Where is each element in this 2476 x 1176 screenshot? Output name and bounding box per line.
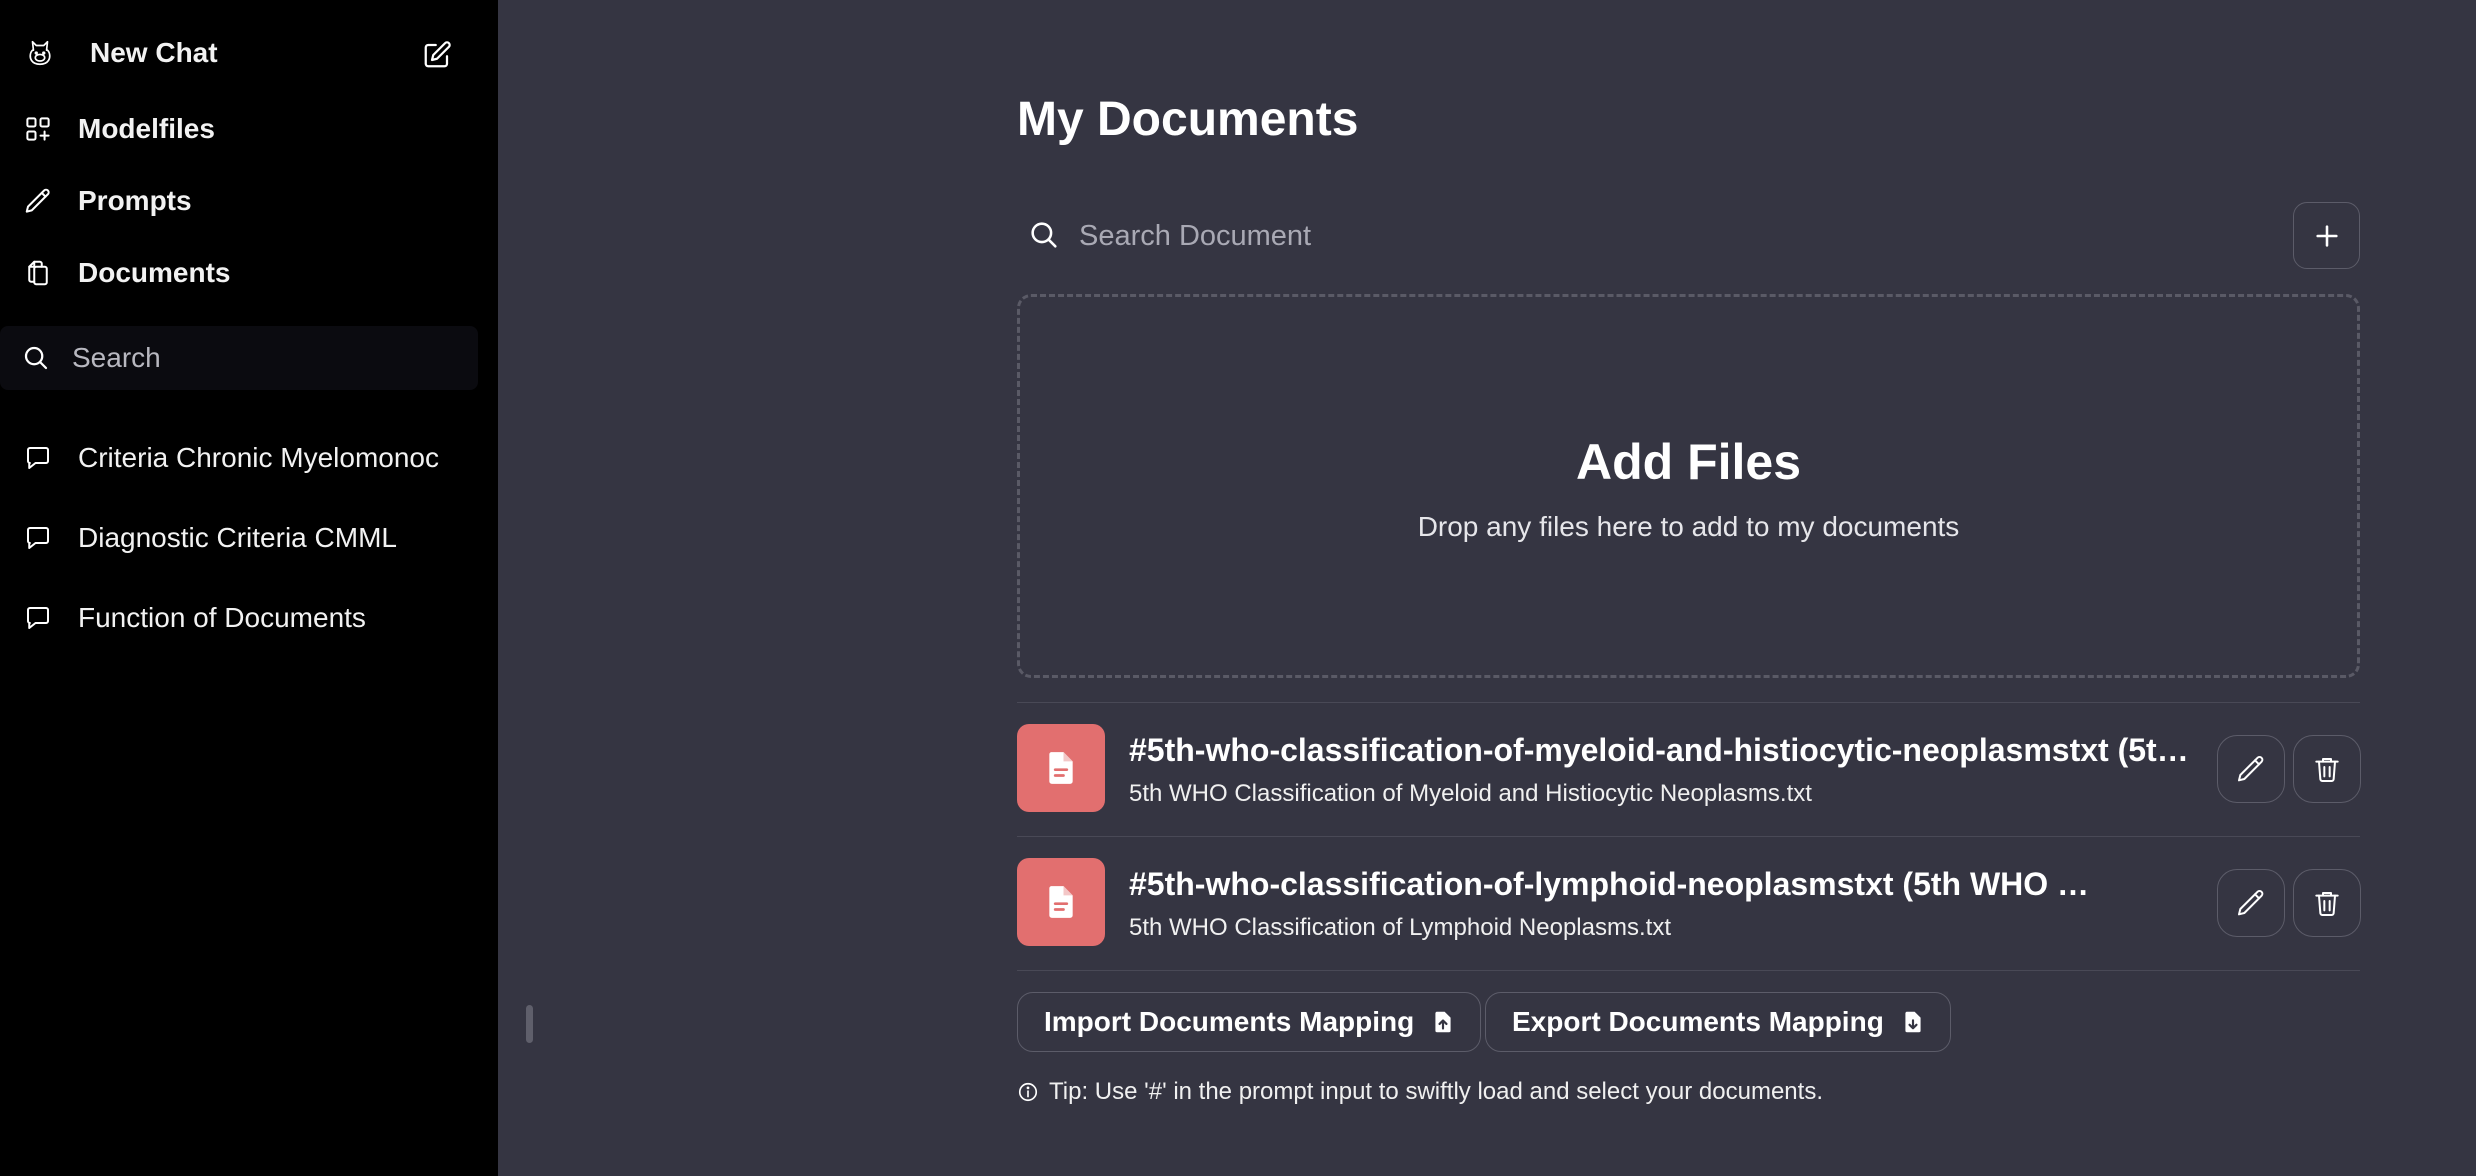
- file-document-icon: [1017, 858, 1105, 946]
- chat-bubble-icon: [22, 522, 54, 554]
- sidebar-item-label: Documents: [78, 257, 231, 288]
- chat-item[interactable]: Function of Documents: [0, 588, 498, 648]
- file-document-icon: [1017, 724, 1105, 812]
- document-search-input[interactable]: [1079, 210, 2229, 262]
- sidebar-search: [0, 326, 478, 390]
- edit-document-button[interactable]: [2217, 735, 2285, 803]
- sidebar-search-input[interactable]: [72, 334, 462, 382]
- chat-item[interactable]: Criteria Chronic Myelomonoc: [0, 428, 498, 488]
- sidebar-item-label: Modelfiles: [78, 113, 215, 144]
- delete-document-button[interactable]: [2293, 869, 2361, 937]
- compose-icon[interactable]: [420, 38, 454, 72]
- sidebar-item-label: Prompts: [78, 185, 192, 216]
- dropzone-subtitle: Drop any files here to add to my documen…: [1417, 511, 1960, 542]
- file-download-icon: [1900, 1009, 1926, 1035]
- document-search-bar: [1017, 202, 2360, 270]
- dropzone-title: Add Files: [1575, 434, 1802, 490]
- page-title: My Documents: [1017, 93, 1359, 146]
- document-row[interactable]: #5th-who-classification-of-myeloid-and-h…: [1017, 702, 2361, 836]
- document-filename: 5th WHO Classification of Lymphoid Neopl…: [1129, 914, 1671, 941]
- import-documents-mapping-button[interactable]: Import Documents Mapping: [1017, 992, 1482, 1052]
- sidebar-item-prompts[interactable]: Prompts: [0, 171, 498, 231]
- document-name: #5th-who-classification-of-lymphoid-neop…: [1129, 866, 2097, 902]
- export-button-label: Export Documents Mapping: [1512, 1006, 1884, 1037]
- llama-logo-icon: [24, 37, 56, 69]
- chat-item-label: Diagnostic Criteria CMML: [78, 522, 397, 553]
- delete-document-button[interactable]: [2293, 735, 2361, 803]
- tip-text-row: Tip: Use '#' in the prompt input to swif…: [1017, 1078, 1823, 1106]
- grid-plus-icon: [22, 113, 54, 145]
- plus-icon: [2315, 224, 2338, 247]
- document-name: #5th-who-classification-of-myeloid-and-h…: [1129, 732, 2195, 768]
- divider: [1017, 970, 2360, 971]
- import-button-label: Import Documents Mapping: [1044, 1006, 1415, 1037]
- add-document-button[interactable]: [2293, 202, 2360, 269]
- search-icon: [1027, 218, 1063, 254]
- document-filename: 5th WHO Classification of Myeloid and Hi…: [1129, 780, 1812, 807]
- documents-icon: [22, 257, 54, 289]
- chat-item-label: Criteria Chronic Myelomonoc: [78, 442, 440, 473]
- document-row[interactable]: #5th-who-classification-of-lymphoid-neop…: [1017, 836, 2361, 970]
- sidebar-item-modelfiles[interactable]: Modelfiles: [0, 99, 498, 159]
- chat-bubble-icon: [22, 602, 54, 634]
- file-upload-icon: [1430, 1009, 1456, 1035]
- chat-item[interactable]: Diagnostic Criteria CMML: [0, 508, 498, 568]
- main-panel: My Documents Add Files Drop any f: [498, 0, 2476, 1176]
- new-chat-label: New Chat: [90, 37, 218, 68]
- info-icon: [1017, 1081, 1039, 1103]
- tip-text: Tip: Use '#' in the prompt input to swif…: [1049, 1078, 1823, 1105]
- edit-document-button[interactable]: [2217, 869, 2285, 937]
- export-documents-mapping-button[interactable]: Export Documents Mapping: [1485, 992, 1951, 1052]
- file-dropzone[interactable]: Add Files Drop any files here to add to …: [1017, 294, 2360, 678]
- sidebar-item-documents[interactable]: Documents: [0, 243, 498, 303]
- sidebar: New Chat Modelfiles Prompts Documents Se…: [0, 0, 498, 1176]
- trash-icon: [2315, 758, 2339, 782]
- pencil-icon: [2238, 889, 2264, 916]
- chat-item-label: Function of Documents: [78, 602, 366, 633]
- app-window: New Chat Modelfiles Prompts Documents Se…: [0, 0, 2476, 1176]
- pencil-icon: [22, 185, 54, 217]
- pencil-icon: [2238, 755, 2264, 782]
- search-icon: [20, 342, 52, 374]
- chat-bubble-icon: [22, 442, 54, 474]
- trash-icon: [2315, 892, 2339, 916]
